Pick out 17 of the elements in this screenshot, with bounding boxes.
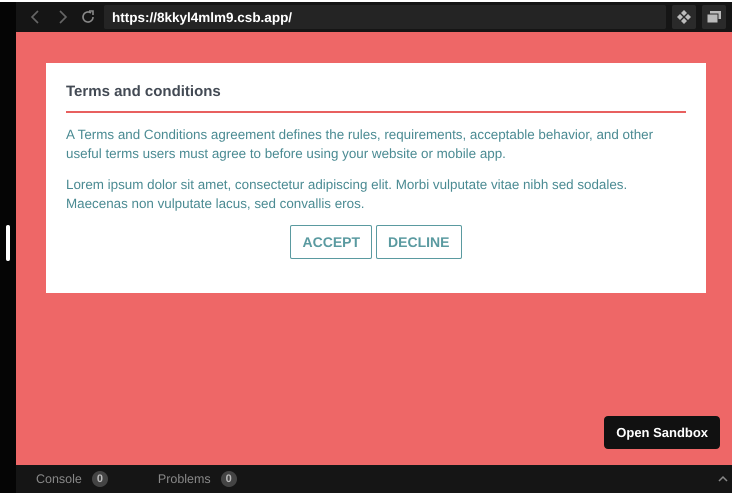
panel-tab[interactable]: Console (36, 472, 82, 486)
count-badge: 0 (92, 471, 108, 487)
dialog-title: Terms and conditions (66, 83, 686, 113)
body-paragraph: A Terms and Conditions agreement defines the rules, requirements, acceptable behavior, and other useful terms users must agree to before using your website or mobile app. (66, 126, 654, 163)
windows-button[interactable] (702, 5, 726, 29)
diamonds-icon (676, 9, 692, 25)
codesandbox-button[interactable] (672, 5, 696, 29)
resize-handle[interactable] (6, 224, 10, 260)
panel-tab[interactable]: Problems (158, 472, 211, 486)
chevron-up-icon[interactable] (718, 475, 728, 483)
body-paragraph: Lorem ipsum dolor sit amet, consectetur adipiscing elit. Morbi vulputate vitae nibh sed sodales. Maecenas non vulputate lacus, sed convallis eros. (66, 176, 628, 213)
url-field[interactable]: https://8kkyl4mlm9.csb.app/ (104, 5, 666, 29)
count-badge: 0 (220, 471, 237, 487)
dialog-button[interactable]: ACCEPT (290, 225, 372, 259)
open-sandbox-button[interactable]: Open Sandbox (604, 416, 720, 449)
windows-icon (706, 10, 722, 24)
dialog-button[interactable]: DECLINE (376, 225, 462, 259)
